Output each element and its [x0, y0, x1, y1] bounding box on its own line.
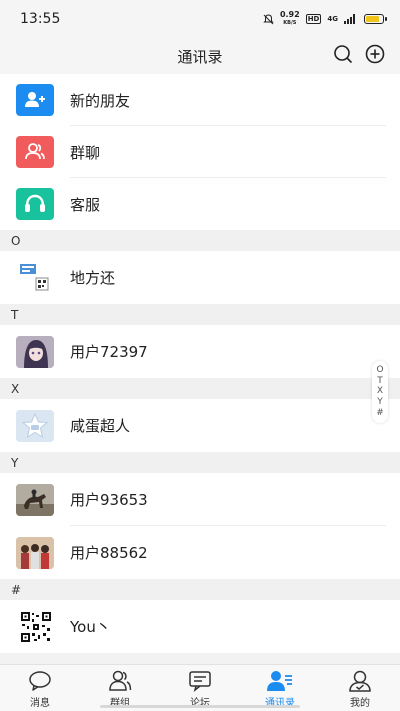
tab-label: 我的 [350, 698, 370, 709]
index-letter-y[interactable]: Y [377, 398, 383, 407]
contact-name: 咸蛋超人 [70, 417, 131, 435]
net-speed-unit: KB/S [283, 20, 297, 26]
contact-row[interactable]: 用户93653 [0, 473, 400, 526]
add-friend-icon [16, 84, 54, 116]
plus-circle-icon [365, 44, 385, 64]
nav-actions [332, 43, 386, 65]
section-header-x: X [0, 378, 400, 399]
group-chat-entry[interactable]: 群聊 [0, 126, 400, 178]
headset-icon [16, 188, 54, 220]
status-bar: 13:55 0.92 KB/S HD 4G [0, 0, 400, 38]
message-icon [27, 670, 53, 692]
forum-icon [187, 670, 213, 692]
mute-bell-icon [263, 13, 274, 24]
horse-rider-avatar [16, 483, 54, 516]
group-photo-avatar [16, 536, 54, 569]
index-letter-o[interactable]: O [376, 365, 383, 375]
qr-card-avatar [16, 261, 54, 294]
status-time: 13:55 [20, 11, 61, 27]
nav-bar: 通讯录 [0, 38, 400, 74]
search-icon [334, 45, 352, 63]
index-letter-t[interactable]: T [377, 376, 383, 386]
contact-row[interactable]: 用户88562 [0, 526, 400, 579]
contact-row[interactable]: 咸蛋超人 [0, 399, 400, 452]
section-header-t: T [0, 304, 400, 325]
qr-code-avatar [16, 610, 54, 643]
groups-icon [107, 670, 133, 692]
index-letter-hash[interactable]: # [376, 409, 384, 418]
signal-label: 4G [327, 15, 338, 23]
index-letter-x[interactable]: X [377, 387, 383, 396]
tab-label: 消息 [30, 698, 50, 709]
home-indicator [100, 705, 300, 708]
new-friends-label: 新的朋友 [70, 91, 131, 110]
page-title: 通讯录 [177, 47, 223, 66]
section-header-hash: # [0, 579, 400, 600]
star-avatar [16, 409, 54, 442]
add-button[interactable] [364, 43, 386, 65]
tab-messages[interactable]: 消息 [0, 665, 80, 711]
contacts-icon [267, 670, 293, 692]
contact-row[interactable]: 用户72397 [0, 325, 400, 378]
section-header-y: Y [0, 452, 400, 473]
section-header-o: O [0, 230, 400, 251]
net-speed: 0.92 KB/S [280, 11, 300, 27]
net-speed-value: 0.92 [279, 10, 300, 19]
signal-icon [344, 14, 355, 24]
contact-name: 用户88562 [70, 544, 148, 562]
anime-girl-avatar [16, 335, 54, 368]
customer-service-label: 客服 [70, 195, 101, 214]
contact-name: 用户72397 [70, 343, 148, 361]
new-friends-entry[interactable]: 新的朋友 [0, 74, 400, 126]
group-chat-icon [16, 136, 54, 168]
alphabet-index-bar[interactable]: O T X Y # [372, 361, 388, 423]
profile-icon [347, 670, 373, 692]
group-chat-label: 群聊 [70, 143, 101, 162]
bottom-tab-bar: 消息 群组 论坛 通讯录 我的 [0, 664, 400, 711]
battery-icon [364, 14, 387, 24]
contact-list: 新的朋友 群聊 客服 O 地方还 T 用户72397 X 咸蛋超人 Y 用户93… [0, 74, 400, 664]
contact-name: 用户93653 [70, 491, 148, 509]
hd-badge: HD [305, 14, 322, 24]
contact-row[interactable]: 地方还 [0, 251, 400, 304]
contact-row[interactable]: You丶 [0, 600, 400, 653]
customer-service-entry[interactable]: 客服 [0, 178, 400, 230]
status-icons: 0.92 KB/S HD 4G [263, 11, 387, 27]
contact-name: 地方还 [70, 269, 116, 287]
contact-name: You丶 [70, 618, 111, 636]
tab-profile[interactable]: 我的 [320, 665, 400, 711]
search-button[interactable] [332, 43, 354, 65]
